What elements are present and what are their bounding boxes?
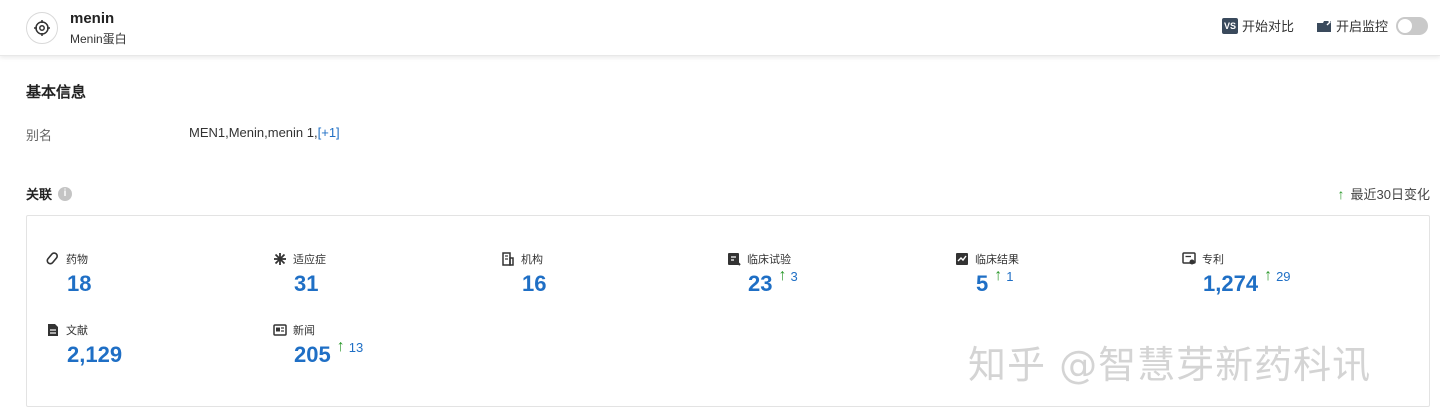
page-subtitle: Menin蛋白	[70, 32, 127, 46]
stat-drugs: 药物 18	[46, 251, 91, 297]
relations-title-text: 关联	[26, 187, 53, 202]
stat-value[interactable]: 205	[294, 342, 331, 368]
relations-title: 关联 i	[26, 184, 73, 203]
up-arrow-icon: ↑	[994, 267, 1003, 284]
up-arrow-icon: ↑	[1264, 267, 1273, 284]
clinical-result-icon	[956, 253, 968, 265]
compare-label: 开始对比	[1241, 19, 1294, 34]
stat-indications: 适应症 31	[273, 251, 326, 297]
delta-value[interactable]: 29	[1276, 269, 1290, 284]
stat-value[interactable]: 16	[522, 271, 546, 297]
building-icon	[502, 252, 514, 266]
delta-value[interactable]: 3	[790, 269, 797, 284]
delta-value[interactable]: 1	[1006, 269, 1013, 284]
stat-literature: 文献 2,129	[46, 322, 122, 368]
stat-delta: ↑ 29	[1264, 267, 1290, 285]
alias-text: MEN1,Menin,menin 1,	[189, 125, 318, 140]
clinical-trial-icon	[728, 253, 741, 266]
target-icon	[26, 12, 58, 44]
stat-label: 文献	[66, 325, 88, 337]
stat-label: 药物	[66, 254, 88, 266]
stat-label: 临床试验	[747, 254, 791, 266]
stat-value[interactable]: 18	[67, 271, 91, 297]
header-actions: VS 开始对比 开启监控	[1221, 16, 1428, 35]
basic-info-title: 基本信息	[26, 84, 87, 101]
stat-clinical-results: 临床结果 5 ↑ 1	[955, 251, 1019, 297]
stat-value[interactable]: 1,274	[1203, 271, 1258, 297]
monitor-button[interactable]: 开启监控	[1316, 16, 1428, 35]
stat-label: 机构	[521, 254, 543, 266]
stat-delta: ↑ 3	[778, 267, 797, 285]
document-icon	[48, 324, 58, 336]
info-icon[interactable]: i	[58, 186, 73, 201]
up-arrow-icon: ↑	[336, 338, 345, 355]
page-title: menin	[70, 10, 115, 27]
stat-label: 临床结果	[975, 254, 1019, 266]
stat-delta: ↑ 1	[994, 267, 1013, 285]
stat-value[interactable]: 2,129	[67, 342, 122, 368]
stat-label: 专利	[1202, 254, 1224, 266]
stat-news: 新闻 205 ↑ 13	[273, 322, 363, 368]
page-header: menin Menin蛋白 VS 开始对比 开启监控	[0, 0, 1440, 56]
pill-icon	[46, 252, 58, 265]
alias-value: MEN1,Menin,menin 1,[+1]	[189, 125, 340, 140]
stat-delta: ↑ 13	[337, 338, 363, 356]
stat-value[interactable]: 5	[976, 271, 988, 297]
stat-label: 适应症	[293, 254, 326, 266]
alias-label: 别名	[26, 128, 53, 143]
stat-patents: 专利 1,274 ↑ 29	[1182, 251, 1291, 297]
monitor-toggle[interactable]	[1396, 16, 1428, 35]
stat-organizations: 机构 16	[501, 251, 546, 297]
stat-value[interactable]: 23	[748, 271, 772, 297]
stat-clinical-trials: 临床试验 23 ↑ 3	[727, 251, 798, 297]
vs-icon: VS	[1221, 17, 1238, 34]
recent-change-label: 最近30日变化	[1350, 187, 1430, 202]
delta-value[interactable]: 13	[349, 340, 363, 355]
monitor-icon	[1316, 18, 1331, 32]
up-arrow-icon: ↑	[1337, 185, 1345, 202]
compare-button[interactable]: VS 开始对比	[1221, 16, 1294, 35]
news-icon	[273, 324, 287, 336]
up-arrow-icon: ↑	[778, 267, 787, 284]
snowflake-icon	[274, 253, 286, 265]
monitor-label: 开启监控	[1335, 19, 1388, 34]
patent-icon	[1182, 252, 1196, 265]
stat-value[interactable]: 31	[294, 271, 318, 297]
stat-label: 新闻	[293, 325, 315, 337]
recent-change-legend: ↑ 最近30日变化	[1338, 184, 1430, 203]
alias-more-link[interactable]: [+1]	[318, 125, 340, 140]
watermark: 知乎 @智慧芽新药科讯	[968, 343, 1372, 387]
